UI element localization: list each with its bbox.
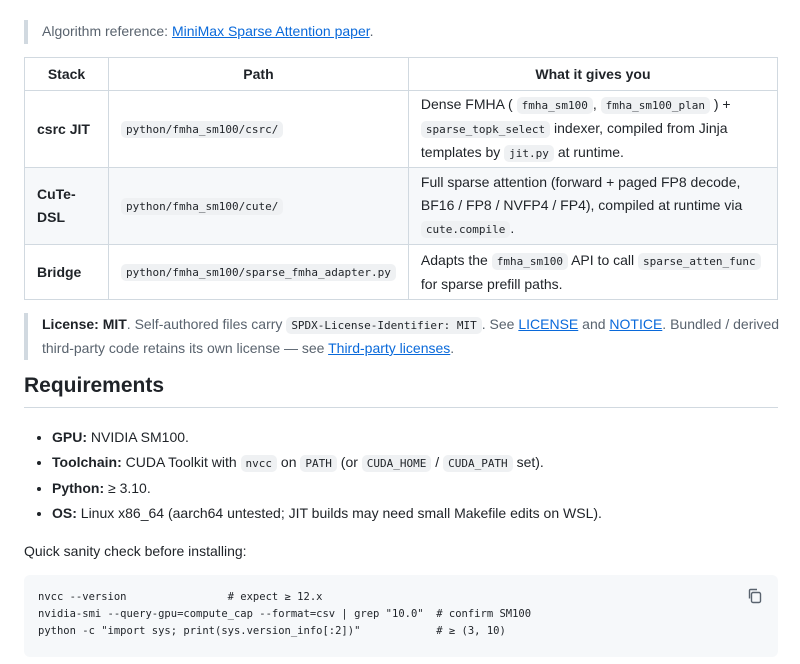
path-code: python/fmha_sm100/sparse_fmha_adapter.py: [121, 264, 396, 281]
item-label: Toolchain:: [52, 454, 122, 470]
license-text: . See: [481, 316, 515, 332]
item-code: CUDA_PATH: [443, 455, 513, 472]
requirements-heading: Requirements: [24, 372, 778, 408]
stack-name: Bridge: [24, 244, 109, 300]
code-line: nvidia-smi --query-gpu=compute_cap --for…: [38, 608, 532, 620]
desc-text: Dense FMHA (: [420, 96, 513, 112]
stack-name: CuTe-DSL: [24, 167, 109, 245]
table-row: csrc JIT python/fmha_sm100/csrc/ Dense F…: [24, 90, 779, 168]
desc-code: fmha_sm100: [491, 252, 568, 270]
algorithm-reference-suffix: .: [369, 23, 374, 39]
item-code: nvcc: [240, 455, 278, 472]
header-what-it-gives: What it gives you: [407, 57, 779, 91]
readme-page: Algorithm reference: MiniMax Sparse Atte…: [0, 0, 800, 664]
license-link[interactable]: LICENSE: [518, 316, 578, 332]
item-label: Python:: [52, 480, 105, 496]
copy-button[interactable]: [746, 587, 764, 605]
list-item: GPU: NVIDIA SM100.: [52, 425, 602, 450]
license-quote: License: MIT. Self-authored files carry …: [24, 313, 782, 360]
path-code: python/fmha_sm100/csrc/: [121, 121, 284, 138]
item-text: ≥ 3.10.: [108, 480, 151, 496]
item-text: on: [280, 454, 297, 470]
code-line: python -c "import sys; print(sys.version…: [38, 625, 506, 637]
path-cell: python/fmha_sm100/cute/: [108, 167, 409, 245]
table-header-row: Stack Path What it gives you: [24, 57, 779, 91]
item-label: OS:: [52, 505, 77, 521]
stack-name: csrc JIT: [24, 90, 109, 168]
item-text: Linux x86_64 (aarch64 untested; JIT buil…: [80, 505, 602, 521]
header-stack: Stack: [24, 57, 109, 91]
stack-table: Stack Path What it gives you csrc JIT py…: [24, 57, 779, 300]
table-row: CuTe-DSL python/fmha_sm100/cute/ Full sp…: [24, 167, 779, 245]
path-cell: python/fmha_sm100/sparse_fmha_adapter.py: [108, 244, 409, 300]
header-path: Path: [108, 57, 409, 91]
code-block: nvcc --version # expect ≥ 12.x nvidia-sm…: [24, 575, 778, 657]
item-text: /: [435, 454, 440, 470]
desc-text: Adapts the: [420, 251, 488, 268]
desc-text: at runtime.: [557, 144, 624, 160]
minimax-paper-link[interactable]: MiniMax Sparse Attention paper: [172, 23, 370, 39]
list-item: Python: ≥ 3.10.: [52, 476, 602, 501]
code-line: nvcc --version # expect ≥ 12.x: [38, 591, 323, 603]
path-code: python/fmha_sm100/cute/: [121, 198, 284, 215]
desc-text: Full sparse attention (forward + paged F…: [420, 174, 743, 213]
algorithm-reference-prefix: Algorithm reference:: [42, 23, 172, 39]
description-cell: Dense FMHA ( fmha_sm100, fmha_sm100_plan…: [407, 90, 779, 168]
description-cell: Full sparse attention (forward + paged F…: [407, 167, 779, 245]
item-text: CUDA Toolkit with: [125, 454, 237, 470]
requirements-list: GPU: NVIDIA SM100. Toolchain: CUDA Toolk…: [24, 425, 602, 526]
desc-code: fmha_sm100_plan: [600, 97, 710, 114]
item-text: NVIDIA SM100.: [90, 429, 189, 445]
license-text: .: [450, 340, 455, 356]
desc-code: jit.py: [504, 145, 554, 162]
desc-code: cute.compile: [420, 221, 511, 238]
license-text: . Self-authored files carry: [126, 316, 283, 332]
license-label: License: MIT: [42, 316, 127, 332]
desc-code: fmha_sm100: [516, 97, 593, 114]
description-cell: Adapts the fmha_sm100 API to call sparse…: [407, 244, 779, 300]
item-text: (or: [340, 454, 358, 470]
third-party-licenses-link[interactable]: Third-party licenses: [328, 340, 450, 356]
desc-text: .: [510, 220, 515, 236]
path-cell: python/fmha_sm100/csrc/: [108, 90, 409, 168]
copy-icon: [748, 588, 762, 604]
item-label: GPU:: [52, 429, 87, 445]
item-text: set).: [516, 454, 544, 470]
spdx-code: SPDX-License-Identifier: MIT: [286, 317, 482, 334]
sanity-check-text: Quick sanity check before installing:: [24, 543, 247, 559]
list-item: OS: Linux x86_64 (aarch64 untested; JIT …: [52, 501, 602, 526]
item-code: CUDA_HOME: [361, 455, 432, 472]
desc-text: ) +: [713, 96, 731, 112]
notice-link[interactable]: NOTICE: [609, 316, 662, 332]
code-content: nvcc --version # expect ≥ 12.x nvidia-sm…: [38, 589, 531, 640]
list-item: Toolchain: CUDA Toolkit with nvcc on PAT…: [52, 450, 602, 476]
desc-text: ,: [592, 96, 597, 112]
license-text: and: [582, 316, 606, 332]
desc-code: sparse_atten_func: [638, 252, 761, 270]
table-row: Bridge python/fmha_sm100/sparse_fmha_ada…: [24, 244, 779, 300]
item-code: PATH: [300, 455, 337, 472]
desc-text: API to call: [571, 251, 635, 268]
desc-code: sparse_topk_select: [420, 121, 551, 138]
desc-text: for sparse prefill paths.: [420, 275, 563, 292]
algorithm-reference-quote: Algorithm reference: MiniMax Sparse Atte…: [24, 20, 374, 44]
